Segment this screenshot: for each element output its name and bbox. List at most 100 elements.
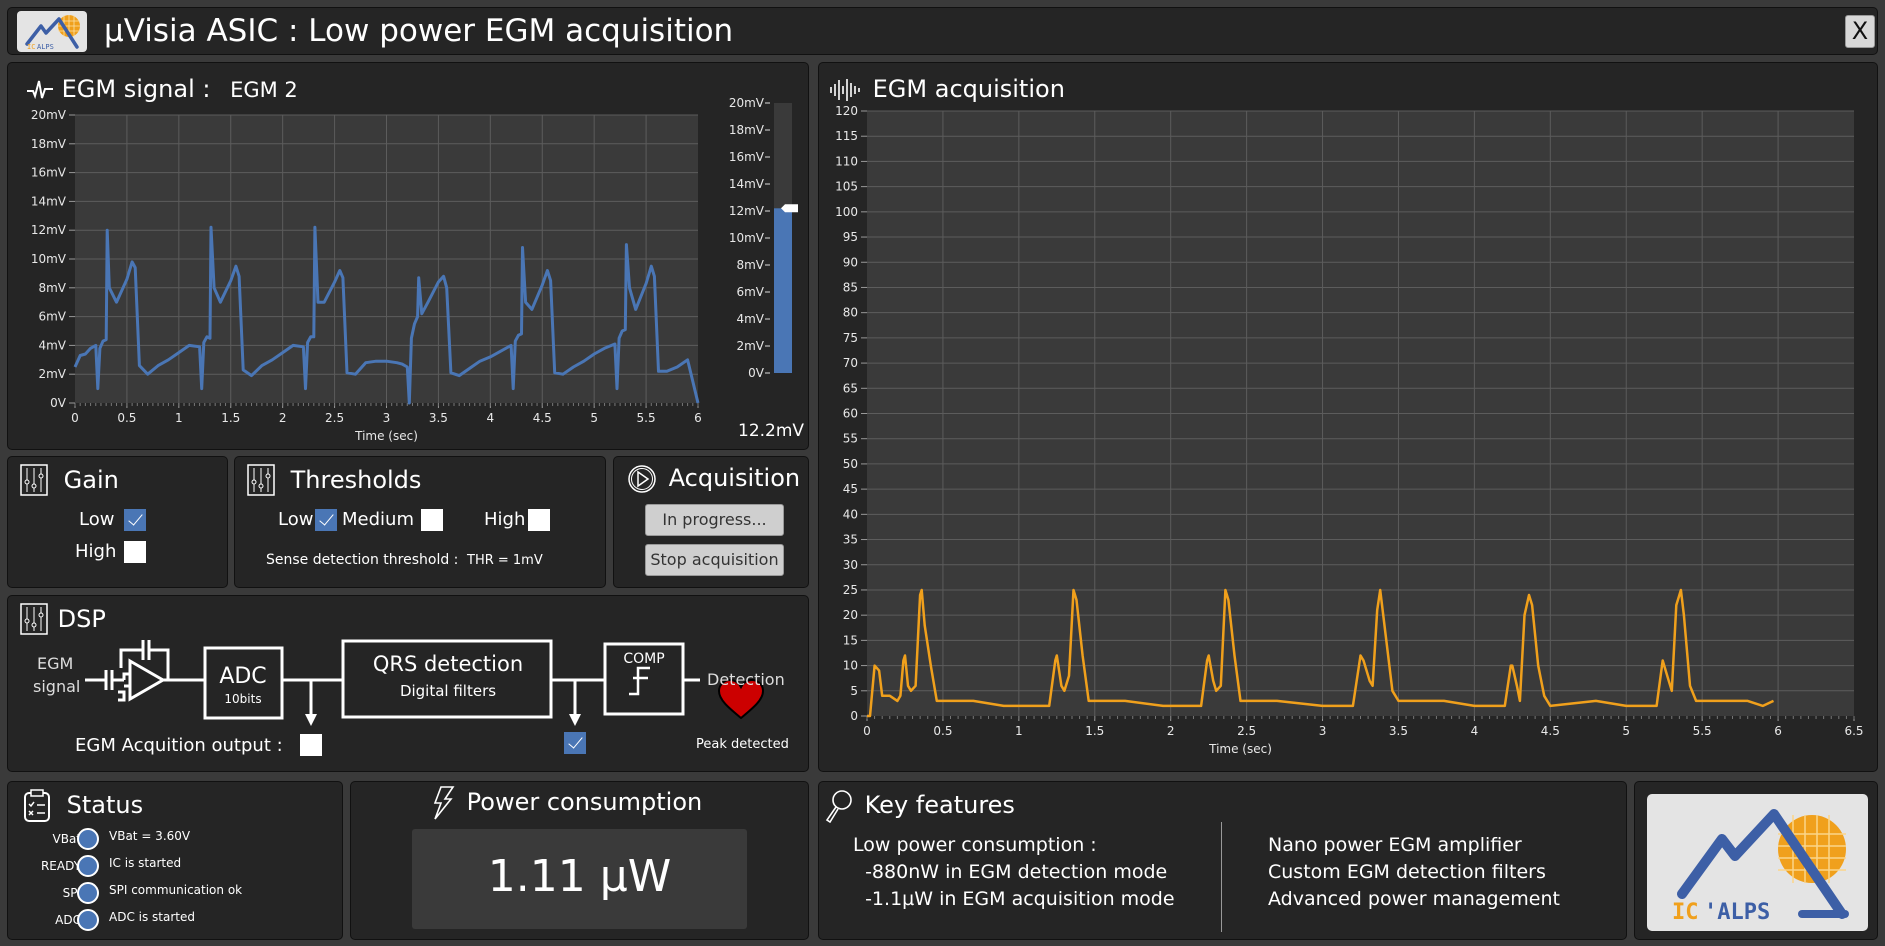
x-tick-label: 3 (383, 411, 391, 425)
detection-label: Detection (707, 670, 785, 689)
x-tick-label: 1 (1015, 724, 1023, 738)
status-spi-name: SPI (62, 886, 81, 900)
threshold-slider[interactable]: 20mV 18mV 16mV 14mV 12mV 10mV 8mV 6mV 4mV 2mV 0V (708, 89, 798, 389)
feature-left-1: -880nW in EGM detection mode (853, 861, 1168, 883)
x-tick-label: 2 (1167, 724, 1175, 738)
y-tick-label: 0 (850, 709, 858, 723)
adc-label: ADC (219, 664, 267, 689)
slider-tick-label: 0V (748, 366, 765, 380)
logo-panel: IC 'ALPS (1634, 781, 1878, 940)
status-label: Status (66, 791, 144, 819)
x-tick-label: 4 (487, 411, 495, 425)
sense-threshold-label: Sense detection threshold : (266, 552, 459, 568)
feature-divider (1221, 822, 1222, 932)
status-spi-led (77, 882, 99, 904)
x-tick-label: 0 (71, 411, 79, 425)
x-axis-label: Time (sec) (1208, 742, 1272, 756)
y-tick-label: 75 (843, 331, 858, 345)
x-tick-label: 5.5 (637, 411, 656, 425)
sliders-icon (247, 464, 275, 496)
icalps-logo-icon: IC ALPS (25, 15, 80, 51)
feature-right-1: Custom EGM detection filters (1268, 861, 1546, 883)
status-spi-text: SPI communication ok (109, 883, 243, 897)
sliders-icon (20, 464, 48, 496)
gain-high-checkbox[interactable] (124, 541, 146, 563)
svg-text:IC: IC (27, 43, 35, 51)
qrs-output-checkbox[interactable] (564, 732, 586, 754)
sense-threshold-value: THR = 1mV (467, 553, 543, 568)
status-vbat-text: VBat = 3.60V (109, 829, 191, 843)
gain-low-label: Low (79, 509, 115, 530)
status-adc-led (77, 909, 99, 931)
acquisition-label: Acquisition (668, 464, 801, 492)
y-tick-label: 5 (850, 684, 858, 698)
in-progress-button[interactable]: In progress... (645, 504, 784, 536)
y-tick-label: 0V (50, 396, 67, 410)
y-tick-label: 16mV (31, 166, 67, 180)
app-logo: IC ALPS (17, 11, 87, 52)
x-tick-label: 5 (1622, 724, 1630, 738)
x-tick-label: 6.5 (1844, 724, 1863, 738)
status-adc-text: ADC is started (109, 910, 195, 924)
x-tick-label: 1 (175, 411, 183, 425)
feature-left-2: -1.1µW in EGM acquisition mode (853, 888, 1175, 910)
slider-fill (774, 208, 792, 373)
y-tick-label: 8mV (38, 281, 66, 295)
x-tick-label: 2.5 (1237, 724, 1256, 738)
threshold-high-checkbox[interactable] (528, 509, 550, 531)
egm-signal-title: EGM signal : EGM 2 (26, 75, 298, 103)
y-tick-label: 14mV (31, 194, 67, 208)
power-label: Power consumption (466, 788, 703, 816)
egm-channel-value[interactable]: EGM 2 (230, 78, 298, 102)
slider-tick-label: 4mV (736, 312, 764, 326)
y-tick-label: 60 (843, 407, 858, 421)
key-features-panel: Key features Low power consumption : -88… (818, 781, 1627, 940)
y-tick-label: 95 (843, 230, 858, 244)
gain-label: Gain (63, 466, 119, 494)
power-value-display: 1.11 µW (412, 829, 747, 929)
comp-label: COMP (623, 651, 665, 667)
egm-signal-panel: EGM signal : EGM 2 0 0.5 1 1.5 2 2.5 3 3.5 4 4.5 5… (7, 62, 809, 450)
x-tick-label: 5.5 (1693, 724, 1712, 738)
slider-tick-label: 18mV (729, 123, 765, 137)
y-tick-label: 65 (843, 381, 858, 395)
y-tick-label: 12mV (31, 223, 67, 237)
y-tick-label: 55 (843, 432, 858, 446)
company-logo: IC 'ALPS (1647, 794, 1868, 931)
y-tick-label: 80 (843, 306, 858, 320)
status-panel: Status VBat VBat = 3.60V READY IC is sta… (7, 781, 343, 940)
amplifier-icon (128, 658, 167, 702)
y-tick-label: 30 (843, 558, 858, 572)
x-tick-label: 4.5 (1541, 724, 1560, 738)
close-button[interactable]: X (1845, 15, 1875, 48)
stop-acquisition-button[interactable]: Stop acquisition (645, 544, 784, 576)
x-tick-label: 0.5 (117, 411, 136, 425)
magnifier-icon (825, 790, 852, 824)
x-tick-label: 4 (1471, 724, 1479, 738)
threshold-medium-label: Medium (342, 509, 414, 530)
gain-high-label: High (75, 541, 117, 562)
slider-tick-label: 12mV (729, 204, 765, 218)
logo-alps-text: 'ALPS (1704, 900, 1770, 925)
y-tick-label: 15 (843, 633, 858, 647)
egm-acquisition-chart: 0 0.5 1 1.5 2 2.5 3 3.5 4 4.5 5 5.5 6 6.5 0 5 10 15 20 25 30… (835, 104, 1863, 756)
egm-acquisition-panel: EGM acquisition 0 0.5 1 1.5 2 2.5 3 3.5 4 4.5 5 5.5… (818, 62, 1878, 772)
feature-left-0: Low power consumption : (853, 834, 1097, 856)
gain-low-checkbox[interactable] (124, 509, 146, 531)
play-icon (628, 465, 656, 493)
input-capacitor (85, 670, 124, 690)
y-tick-label: 45 (843, 482, 858, 496)
y-tick-label: 85 (843, 280, 858, 294)
threshold-low-label: Low (278, 509, 314, 530)
y-tick-label: 70 (843, 356, 858, 370)
x-axis-label: Time (sec) (354, 429, 418, 443)
feature-right-0: Nano power EGM amplifier (1268, 834, 1522, 856)
threshold-medium-checkbox[interactable] (421, 509, 443, 531)
peak-detected-label: Peak detected (696, 737, 789, 752)
x-tick-label: 3.5 (429, 411, 448, 425)
threshold-low-checkbox[interactable] (315, 509, 337, 531)
x-tick-label: 3.5 (1389, 724, 1408, 738)
y-tick-label: 40 (843, 507, 858, 521)
status-adc-name: ADC (55, 913, 81, 927)
egm-output-checkbox[interactable] (300, 734, 322, 756)
